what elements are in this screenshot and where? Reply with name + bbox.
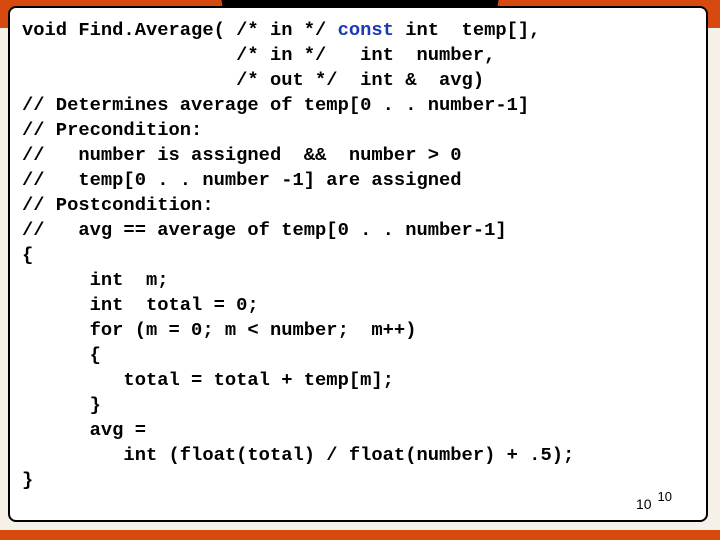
code-line: } [22,469,33,491]
footer-band [0,530,720,540]
code-line: } [22,394,101,416]
page-number-main: 10 [636,496,652,512]
code-panel: void Find.Average( /* in */ const int te… [8,6,708,522]
code-line: { [22,344,101,366]
code-line: // temp[0 . . number -1] are assigned [22,169,462,191]
code-line: void Find.Average( /* in */ [22,19,338,41]
code-block: void Find.Average( /* in */ const int te… [22,18,694,493]
code-line: // Postcondition: [22,194,214,216]
code-line: int (float(total) / float(number) + .5); [22,444,574,466]
code-line: // Determines average of temp[0 . . numb… [22,94,529,116]
code-line: /* out */ int & avg) [22,69,484,91]
code-line: int total = 0; [22,294,259,316]
keyword-const: const [338,19,394,41]
code-line: int m; [22,269,169,291]
background: void Find.Average( /* in */ const int te… [0,0,720,540]
code-line: for (m = 0; m < number; m++) [22,319,416,341]
code-line: /* in */ int number, [22,44,495,66]
code-line: // avg == average of temp[0 . . number-1… [22,219,507,241]
code-line: // number is assigned && number > 0 [22,144,462,166]
code-line: { [22,244,33,266]
code-line: avg = [22,419,146,441]
page-number: 1010 [636,496,666,512]
page-number-small: 10 [658,489,672,504]
code-line: // Precondition: [22,119,202,141]
code-line: total = total + temp[m]; [22,369,394,391]
code-line: int temp[], [394,19,541,41]
